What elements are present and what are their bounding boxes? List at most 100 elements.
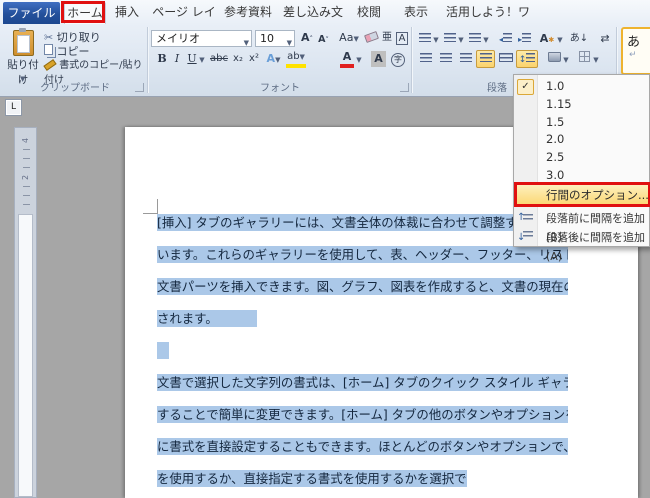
multilevel-dropdown[interactable]: ▼	[482, 31, 490, 47]
menu-item-spacing-1.0[interactable]: 1.0 ✓	[514, 77, 649, 95]
distribute-button[interactable]	[497, 51, 514, 67]
underline-dropdown[interactable]: ▼	[198, 51, 206, 67]
underline-glyph: U	[187, 52, 197, 65]
change-case-button[interactable]: Aa▼	[337, 30, 361, 46]
document-line[interactable]: [挿入] タブのギャラリーには、文書全体の体裁に合わせて調整するためのアイテ	[157, 214, 568, 231]
document-line[interactable]: を使用するか、直接指定する書式を使用するかを選択できます。	[157, 470, 467, 487]
numbering-button[interactable]	[442, 31, 458, 47]
boxed-a-glyph: A	[395, 32, 409, 45]
menu-item-add-space-after[interactable]: ↓ 段落後に間隔を追加(A)	[514, 228, 649, 263]
document-line[interactable]: することで簡単に変更できます。[ホーム] タブの他のボタンやオプションを使用して…	[157, 406, 568, 423]
ruler-number: 4	[21, 137, 30, 144]
menu-item-spacing-2.5[interactable]: 2.5	[514, 148, 649, 166]
font-color-glyph: A	[342, 50, 352, 63]
group-separator	[147, 27, 148, 93]
tab-3[interactable]: 参考資料	[222, 2, 274, 23]
format-painter-button[interactable]: 書式のコピー/貼り付け	[43, 58, 148, 86]
shading-fill-dropdown[interactable]: ▼	[562, 51, 570, 67]
superscript-glyph: x²	[249, 53, 259, 64]
paste-button[interactable]: 貼り付け ▼	[3, 28, 43, 86]
document-line[interactable]: されます。	[157, 310, 257, 327]
character-shading-button[interactable]: A	[371, 51, 386, 67]
sort-button[interactable]: あ↓	[569, 31, 589, 47]
justify-icon	[479, 53, 492, 62]
bullets-dropdown[interactable]: ▼	[432, 31, 440, 47]
justify-button[interactable]	[476, 50, 495, 68]
grow-font-button[interactable]: A˄	[299, 30, 315, 46]
tab-file[interactable]: ファイル	[3, 2, 60, 24]
multilevel-list-button[interactable]	[467, 31, 483, 47]
add-space-before-icon: ↑	[517, 211, 533, 225]
group-separator	[411, 27, 412, 93]
underline-button[interactable]: U	[185, 51, 199, 67]
subscript-button[interactable]: x₂	[230, 51, 246, 67]
enclose-character-button[interactable]: 字	[390, 51, 406, 67]
bold-button[interactable]: B	[155, 51, 169, 67]
line-spacing-options-label: 行間のオプション...	[546, 188, 649, 202]
font-color-dropdown[interactable]: ▼	[355, 51, 363, 67]
ruler-number: 2	[21, 174, 30, 181]
chevron-down-icon: ▼	[243, 39, 249, 47]
align-right-button[interactable]	[457, 51, 474, 67]
superscript-button[interactable]: x²	[246, 51, 262, 67]
document-line[interactable]: 文書で選択した文字列の書式は、[ホーム] タブのクイック スタイル ギャラリーで…	[157, 374, 568, 391]
decrease-indent-button[interactable]: ◂	[497, 31, 514, 47]
margin-corner-mark	[143, 199, 158, 214]
increase-indent-icon	[522, 33, 531, 42]
change-case-glyph: Aa	[339, 31, 354, 44]
font-name-combobox[interactable]: メイリオ ▼	[151, 30, 252, 47]
shading-fill-button[interactable]	[546, 51, 562, 67]
borders-button[interactable]	[576, 51, 592, 67]
menu-item-line-spacing-options[interactable]: 行間のオプション...	[514, 184, 649, 205]
align-left-button[interactable]	[417, 51, 434, 67]
menu-item-spacing-3.0[interactable]: 3.0	[514, 166, 649, 184]
tab-home[interactable]: ホーム	[64, 2, 106, 24]
clipboard-dialog-launcher-icon[interactable]	[135, 83, 144, 92]
highlight-color-button[interactable]: ab▼	[286, 51, 306, 68]
tab-2[interactable]: ページ レイアウト	[150, 2, 218, 40]
increase-indent-button[interactable]: ▸	[516, 31, 533, 47]
show-formatting-marks-button[interactable]: ⇄	[596, 31, 614, 47]
menu-item-spacing-2.0[interactable]: 2.0	[514, 130, 649, 148]
vertical-ruler[interactable]: 4 2	[14, 127, 37, 498]
tab-7[interactable]: 活用しよう！ワード	[441, 2, 535, 40]
document-line[interactable]: 文書パーツを挿入できます。図、グラフ、図表を作成すると、文書の現在の体裁に合わせ…	[157, 278, 568, 295]
menu-item-spacing-1.5[interactable]: 1.5	[514, 113, 649, 131]
tab-stop-selector[interactable]: L	[5, 99, 22, 116]
tab-1[interactable]: 挿入	[107, 2, 147, 23]
borders-dropdown[interactable]: ▼	[592, 51, 600, 67]
paragraph-mark-icon: ↵	[629, 50, 637, 60]
asian-layout-button[interactable]: A✱	[538, 31, 556, 47]
strikethrough-button[interactable]: abc	[208, 51, 230, 67]
sort-icon: あ↓	[569, 33, 589, 44]
highlight-glyph: ab	[287, 51, 300, 62]
tab-6[interactable]: 表示	[397, 2, 435, 23]
ruby-button[interactable]: 亜	[379, 30, 395, 46]
style-preview-text: あ	[627, 35, 641, 50]
enclose-border-button[interactable]: A	[394, 30, 410, 46]
shrink-font-button[interactable]: A˅	[316, 32, 331, 48]
line-spacing-button[interactable]: ↕▼	[516, 50, 538, 81]
document-line[interactable]: います。これらのギャラリーを使用して、表、ヘッダー、フッター、リスト、表紙や、そ…	[157, 246, 568, 263]
asian-layout-dropdown[interactable]: ▼	[556, 31, 564, 47]
italic-button[interactable]: I	[171, 51, 183, 67]
bullet-list-icon	[419, 33, 431, 42]
bullets-button[interactable]	[417, 31, 433, 47]
tab-4[interactable]: 差し込み文書	[278, 2, 348, 40]
clear-formatting-button[interactable]	[362, 30, 380, 46]
text-effects-button[interactable]: A▼	[266, 51, 281, 67]
font-size-combobox[interactable]: 10 ▼	[255, 30, 295, 47]
numbering-dropdown[interactable]: ▼	[457, 31, 465, 47]
menu-item-add-space-before[interactable]: ↑ 段落前に間隔を追加(B)	[514, 209, 649, 244]
style-gallery-item[interactable]: あ ↵	[621, 27, 650, 75]
document-line[interactable]	[157, 342, 169, 359]
distribute-icon	[498, 53, 513, 62]
menu-item-spacing-1.15[interactable]: 1.15	[514, 95, 649, 113]
font-color-button[interactable]: A	[340, 51, 354, 68]
document-line[interactable]: に書式を直接設定することもできます。ほとんどのボタンやオプションで、現在のテーマ…	[157, 438, 568, 455]
enclose-glyph: 字	[391, 53, 405, 67]
align-center-button[interactable]	[437, 51, 454, 67]
font-dialog-launcher-icon[interactable]	[400, 83, 409, 92]
grow-font-glyph: A	[300, 31, 310, 44]
tab-5[interactable]: 校閲	[351, 2, 387, 23]
